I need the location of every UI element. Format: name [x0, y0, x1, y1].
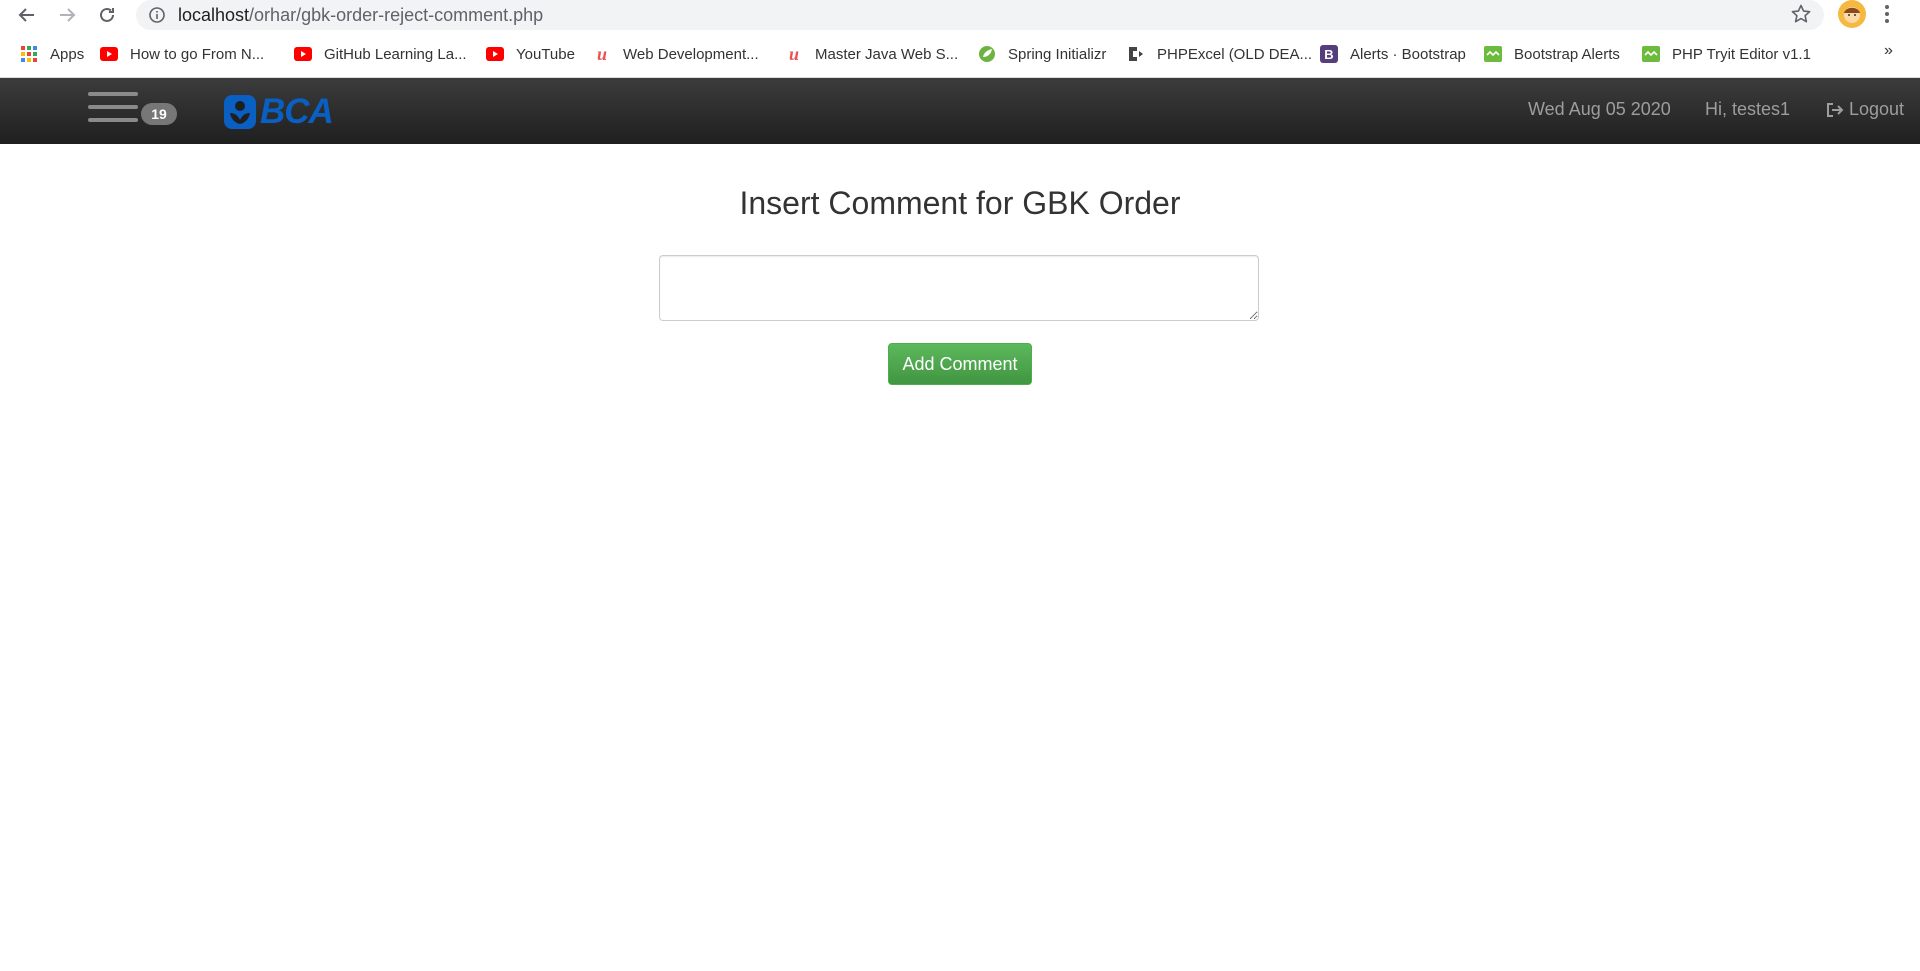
browser-menu-icon[interactable]	[1884, 3, 1890, 30]
logout-icon	[1827, 102, 1844, 117]
udemy-icon: u	[788, 43, 799, 64]
reload-button[interactable]	[94, 2, 120, 28]
apps-grid-icon	[20, 45, 38, 63]
bookmark-label: YouTube	[516, 45, 575, 63]
bookmark-alerts-bootstrap[interactable]: B Alerts · Bootstrap	[1320, 40, 1466, 68]
bookmark-php-tryit[interactable]: PHP Tryit Editor v1.1	[1642, 40, 1811, 68]
bookmark-label: Web Development...	[623, 45, 759, 63]
bookmark-label: Spring Initializr	[1008, 45, 1107, 63]
w3schools-icon	[1642, 45, 1660, 63]
bootstrap-alerts-icon	[1484, 45, 1502, 63]
logo-text: BCA	[260, 92, 334, 131]
bookmark-master-java[interactable]: u Master Java Web S...	[785, 40, 958, 68]
add-comment-button[interactable]: Add Comment	[888, 343, 1032, 385]
bookmark-star-icon[interactable]	[1790, 3, 1812, 30]
bookmark-github-learning[interactable]: GitHub Learning La...	[294, 40, 467, 68]
reload-icon	[100, 7, 114, 22]
bookmark-label: PHPExcel (OLD DEA...	[1157, 45, 1313, 63]
bookmark-web-development[interactable]: u Web Development...	[593, 40, 759, 68]
arrow-right-icon	[60, 8, 76, 22]
youtube-icon	[100, 45, 118, 63]
current-date: Wed Aug 05 2020	[1528, 99, 1671, 119]
browser-chrome: localhost/orhar/gbk-order-reject-comment…	[0, 0, 1920, 78]
bookmark-label: Bootstrap Alerts	[1514, 45, 1620, 63]
bca-logo[interactable]: BCA	[224, 92, 334, 132]
more-bookmarks-button[interactable]: »	[1884, 42, 1893, 60]
avatar-face-icon	[1844, 7, 1860, 23]
site-info-icon[interactable]	[148, 6, 166, 29]
bookmark-label: Master Java Web S...	[815, 45, 959, 63]
forward-button[interactable]	[54, 2, 80, 28]
codeplex-icon	[1127, 45, 1145, 63]
arrow-left-icon	[18, 8, 34, 22]
back-button[interactable]	[14, 2, 40, 28]
logout-link[interactable]: Logout	[1826, 99, 1904, 120]
url-host: localhost	[178, 5, 250, 25]
youtube-icon	[486, 45, 504, 63]
bookmark-youtube[interactable]: YouTube	[486, 40, 575, 68]
user-greeting[interactable]: Hi, testes1	[1705, 99, 1790, 120]
bookmark-apps[interactable]: Apps	[20, 40, 84, 68]
spring-icon	[978, 45, 996, 63]
udemy-icon: u	[596, 43, 607, 64]
address-row: localhost/orhar/gbk-order-reject-comment…	[0, 0, 1920, 30]
svg-text:B: B	[1324, 47, 1333, 62]
bookmark-label: GitHub Learning La...	[324, 45, 467, 63]
url-path: /orhar/gbk-order-reject-comment.php	[249, 5, 544, 25]
youtube-icon	[294, 45, 312, 63]
app-navbar: 19 BCA Wed Aug 05 2020 Hi, testes1 Logou…	[0, 78, 1920, 144]
bookmark-how-to-go[interactable]: How to go From N...	[100, 40, 264, 68]
bookmark-bootstrap-alerts[interactable]: Bootstrap Alerts	[1484, 40, 1620, 68]
hamburger-menu-icon[interactable]	[88, 92, 138, 128]
bookmark-phpexcel[interactable]: PHPExcel (OLD DEA...	[1127, 40, 1312, 68]
notification-badge: 19	[141, 103, 177, 125]
url-text[interactable]: localhost/orhar/gbk-order-reject-comment…	[178, 4, 543, 26]
bootstrap-icon: B	[1320, 45, 1338, 63]
bookmark-label: Apps	[50, 45, 85, 63]
profile-avatar[interactable]	[1838, 0, 1866, 28]
comment-textarea[interactable]	[659, 255, 1259, 321]
bookmark-label: PHP Tryit Editor v1.1	[1672, 45, 1811, 63]
bookmark-label: How to go From N...	[130, 45, 265, 63]
logout-label: Logout	[1849, 99, 1905, 119]
page-title: Insert Comment for GBK Order	[739, 185, 1181, 221]
bookmark-spring-initializr[interactable]: Spring Initializr	[978, 40, 1106, 68]
bca-emblem-icon	[224, 95, 256, 129]
bookmarks-bar: Apps How to go From N... GitHub Learning…	[0, 40, 1920, 70]
bookmark-label: Alerts · Bootstrap	[1350, 45, 1466, 63]
